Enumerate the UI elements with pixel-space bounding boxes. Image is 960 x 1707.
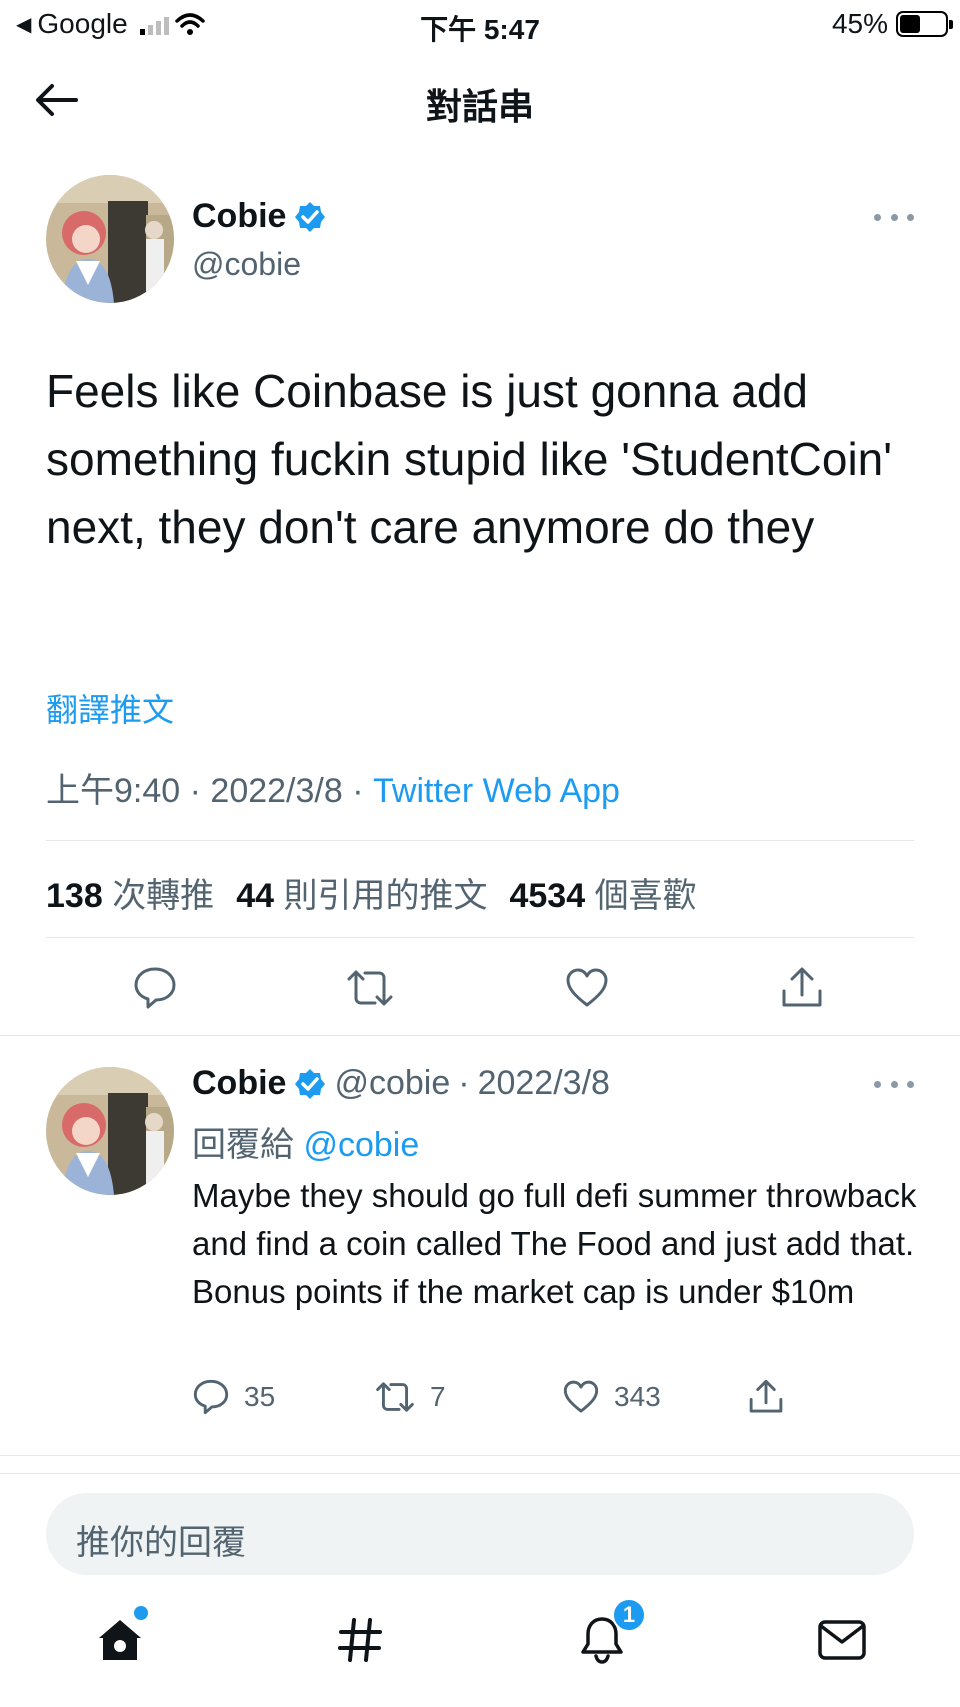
tweet-time: 上午9:40 — [46, 772, 181, 810]
header: 對話串 — [0, 60, 960, 140]
status-bar: ◀ Google 下午 5:47 45% — [0, 0, 960, 50]
reply-date: 2022/3/8 — [477, 1064, 610, 1102]
composer-placeholder: 推你的回覆 — [76, 1524, 246, 1562]
more-icon[interactable] — [874, 207, 914, 227]
divider — [0, 1455, 960, 1456]
tab-notifications[interactable]: 1 — [572, 1598, 646, 1670]
battery-fill — [900, 15, 920, 33]
reply-author-handle[interactable]: @cobie — [334, 1064, 450, 1103]
mail-icon — [818, 1620, 866, 1660]
page-title: 對話串 — [425, 86, 534, 127]
quotes-stat[interactable]: 44 則引用的推文 — [236, 877, 487, 915]
likes-stat[interactable]: 4534 個喜歡 — [509, 877, 696, 915]
replying-to: 回覆給 @cobie — [192, 1117, 419, 1166]
like-icon — [566, 968, 608, 1007]
likes-count: 4534 — [509, 877, 586, 915]
quotes-label: 則引用的推文 — [283, 877, 488, 915]
reply-composer[interactable]: 推你的回覆 — [46, 1493, 914, 1575]
tweet-text: Feels like Coinbase is just gonna add so… — [46, 365, 893, 553]
tweet-date: 2022/3/8 — [210, 772, 343, 810]
retweets-stat[interactable]: 138 次轉推 — [46, 877, 214, 915]
verified-badge-icon — [295, 1068, 326, 1099]
battery-percent: 45% — [831, 8, 888, 39]
replying-to-handle[interactable]: @cobie — [303, 1126, 419, 1164]
tab-home[interactable] — [90, 1606, 150, 1670]
retweet-icon — [376, 1382, 414, 1412]
reply-actions: 35 7 343 — [192, 1378, 792, 1428]
divider — [0, 1035, 960, 1036]
reply-reply-button[interactable]: 35 — [192, 1378, 275, 1416]
tab-bar: 1 — [0, 1598, 960, 1707]
retweet-button[interactable] — [342, 960, 398, 1016]
reply-count: 35 — [244, 1381, 276, 1412]
divider — [46, 840, 914, 841]
reply-text: Maybe they should go full defi summer th… — [192, 1177, 917, 1310]
reply-retweet-button[interactable]: 7 — [374, 1378, 446, 1416]
meta-separator: · — [189, 772, 211, 810]
author-name[interactable]: Cobie — [192, 197, 326, 236]
reply-like-button[interactable]: 343 — [562, 1378, 661, 1416]
battery-icon — [896, 11, 953, 37]
replying-prefix: 回覆給 — [192, 1126, 294, 1164]
author-handle[interactable]: @cobie — [192, 246, 301, 283]
meta-separator: · — [352, 772, 374, 810]
explore-hash-icon — [338, 1618, 382, 1662]
retweet-icon — [347, 970, 393, 1006]
verified-badge-icon — [295, 201, 326, 232]
home-unread-dot — [134, 1606, 148, 1620]
share-button[interactable] — [774, 960, 830, 1016]
retweets-label: 次轉推 — [112, 877, 215, 915]
reply-author-name[interactable]: Cobie — [192, 1064, 286, 1103]
tweet-meta: 上午9:40 · 2022/3/8 · Twitter Web App — [46, 763, 620, 812]
reply-button[interactable] — [127, 960, 183, 1016]
reply-avatar[interactable] — [46, 1067, 174, 1195]
status-time: 下午 5:47 — [420, 14, 540, 45]
like-count: 343 — [614, 1381, 661, 1412]
reply-icon — [193, 1379, 229, 1415]
avatar[interactable] — [46, 175, 174, 303]
tweet-stats: 138 次轉推 44 則引用的推文 4534 個喜歡 — [46, 868, 697, 917]
status-right: 45% — [831, 8, 953, 40]
tweet-actions — [0, 960, 960, 1020]
avatar-image — [46, 1067, 174, 1195]
reply-share-button[interactable] — [747, 1378, 785, 1416]
home-icon — [99, 1620, 141, 1660]
notifications-badge: 1 — [612, 1598, 646, 1632]
like-button[interactable] — [559, 960, 615, 1016]
share-icon — [782, 967, 822, 1007]
tab-explore[interactable] — [330, 1610, 390, 1670]
retweets-count: 138 — [46, 877, 103, 915]
share-icon — [749, 1379, 783, 1413]
like-icon — [563, 1380, 599, 1413]
quotes-count: 44 — [236, 877, 275, 915]
avatar-image — [46, 175, 174, 303]
divider — [0, 1473, 960, 1474]
meta-separator: · — [458, 1064, 470, 1102]
likes-label: 個喜歡 — [594, 877, 697, 915]
reply-icon — [134, 967, 176, 1009]
divider — [46, 937, 914, 938]
tweet-source-link[interactable]: Twitter Web App — [373, 772, 620, 810]
translate-tweet-link[interactable]: 翻譯推文 — [46, 685, 174, 731]
tab-messages[interactable] — [812, 1610, 872, 1670]
more-icon[interactable] — [874, 1074, 914, 1094]
author-name-text: Cobie — [192, 197, 287, 235]
reply-header: Cobie @cobie · 2022/3/8 — [192, 1064, 610, 1103]
retweet-count: 7 — [430, 1381, 446, 1412]
